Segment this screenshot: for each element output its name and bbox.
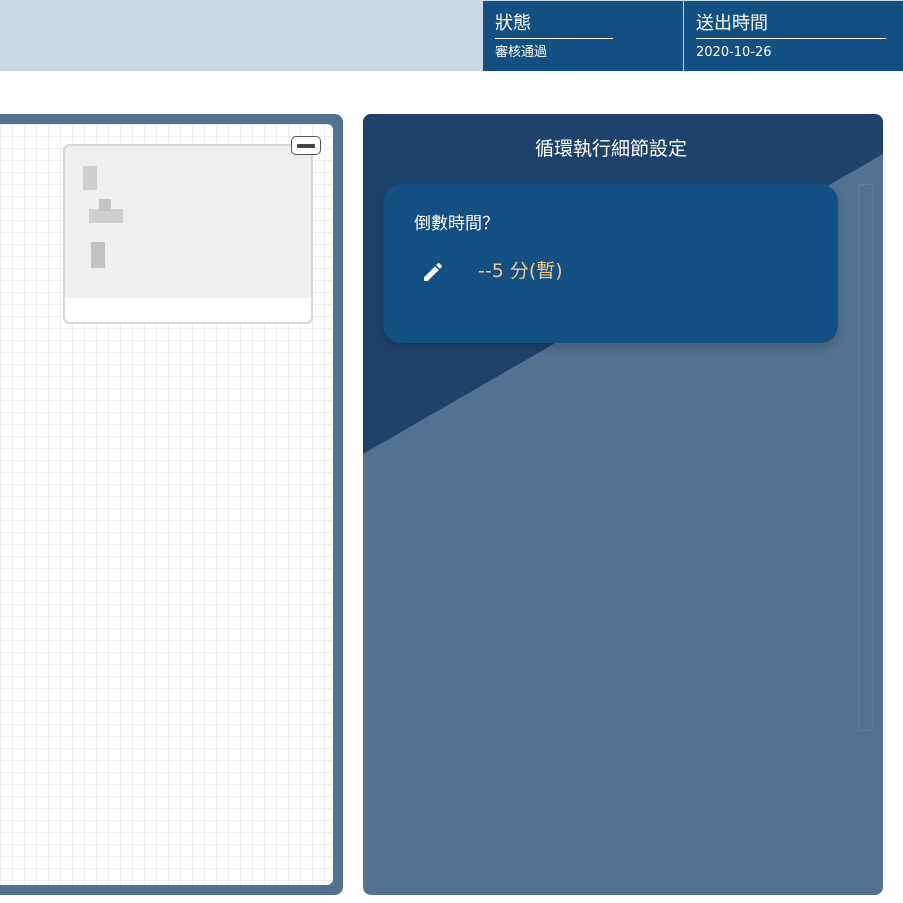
minimap-node: [91, 242, 105, 268]
panel-scrollbar[interactable]: [858, 184, 873, 731]
sent-time-cell: 送出時間 2020-10-26: [684, 1, 903, 71]
countdown-card: 倒數時間？ --5 分(暫): [383, 184, 838, 343]
minimap-node: [83, 166, 97, 190]
pencil-icon[interactable]: [421, 260, 445, 284]
minimap[interactable]: [63, 144, 313, 324]
countdown-question: 倒數時間？: [414, 214, 499, 234]
status-value: 審核通過: [495, 45, 548, 60]
status-cell: 狀態 審核通過: [483, 1, 683, 71]
status-label: 狀態: [495, 12, 613, 39]
minimap-node: [99, 199, 111, 211]
minimap-node: [89, 209, 123, 223]
flow-canvas[interactable]: [0, 124, 333, 885]
sent-time-label: 送出時間: [696, 12, 886, 39]
loop-settings-panel: 循環執行細節設定 倒數時間？ --5 分(暫): [363, 114, 883, 895]
countdown-value[interactable]: --5 分(暫): [478, 258, 563, 284]
minus-icon[interactable]: [291, 136, 321, 155]
minimap-viewport[interactable]: [65, 146, 311, 298]
flow-canvas-panel: [0, 114, 343, 895]
top-header-bar: 狀態 審核通過 送出時間 2020-10-26: [0, 0, 903, 71]
sent-time-value: 2020-10-26: [696, 45, 772, 60]
panel-title: 循環執行細節設定: [534, 138, 687, 160]
